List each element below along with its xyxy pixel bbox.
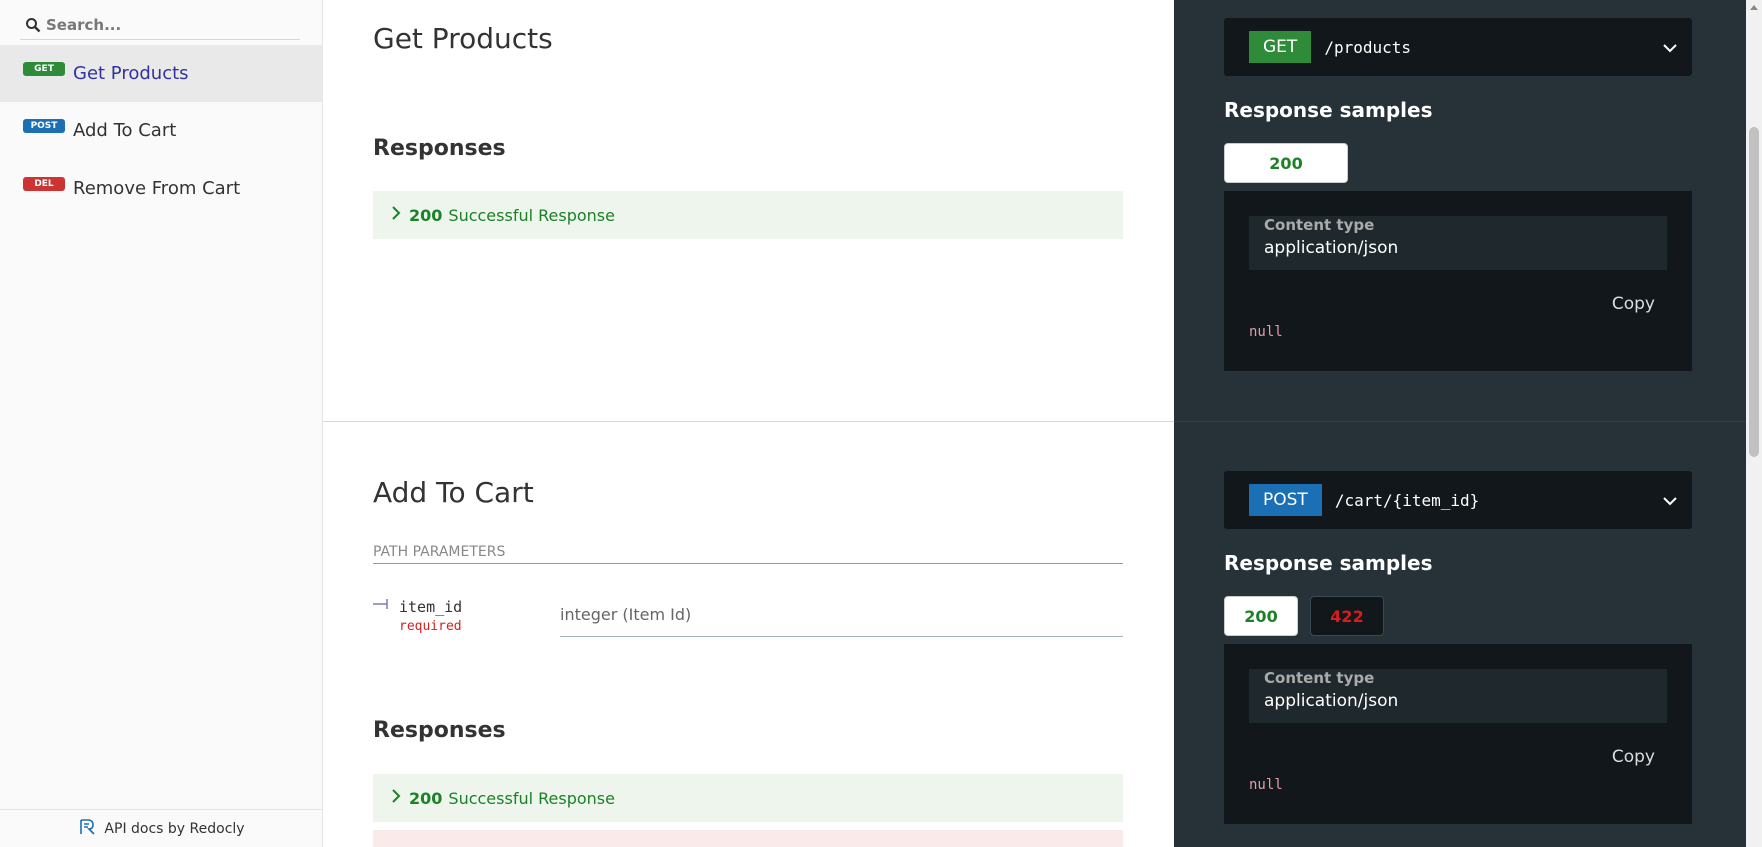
operation-title: Get Products <box>373 22 553 55</box>
samples-panel: GET /products Response samples 200 Conte… <box>1174 0 1746 847</box>
response-sample-box: Content type application/json Copy null <box>1224 191 1692 371</box>
sidebar-item-add-to-cart[interactable]: POST Add To Cart <box>0 102 323 159</box>
endpoint-method: POST <box>1249 484 1322 516</box>
response-tab-200[interactable]: 200 <box>1224 596 1298 636</box>
response-code: 200 <box>409 788 443 808</box>
scroll-thumb[interactable] <box>1749 127 1759 457</box>
response-samples-title: Response samples <box>1224 551 1433 575</box>
content-type-selector[interactable]: Content type application/json <box>1249 669 1667 723</box>
copy-button[interactable]: Copy <box>1612 747 1655 767</box>
response-422-toggle[interactable] <box>373 830 1123 847</box>
search-icon <box>20 13 46 37</box>
delete-method-badge: DEL <box>23 176 65 191</box>
search-bar <box>20 10 300 40</box>
response-200-toggle[interactable]: 200 Successful Response <box>373 774 1123 822</box>
sample-json: null <box>1249 324 1283 340</box>
response-tab-422[interactable]: 422 <box>1310 596 1384 636</box>
param-type: integer (Item Id) <box>560 605 1123 637</box>
search-input[interactable] <box>46 15 286 34</box>
chevron-down-icon <box>1662 491 1678 510</box>
page-scrollbar[interactable] <box>1746 0 1762 847</box>
copy-button[interactable]: Copy <box>1612 294 1655 314</box>
content-type-value: application/json <box>1264 238 1399 258</box>
endpoint-path: /cart/{item_id} <box>1334 490 1480 510</box>
response-description: Successful Response <box>448 205 615 225</box>
redocly-logo-icon <box>78 817 98 841</box>
scroll-up-arrow-icon[interactable] <box>1750 5 1758 10</box>
post-method-badge: POST <box>23 118 65 133</box>
content-type-selector[interactable]: Content type application/json <box>1249 216 1667 270</box>
sidebar-item-label: Add To Cart <box>73 120 177 141</box>
sample-json: null <box>1249 777 1283 793</box>
sidebar-item-label: Remove From Cart <box>73 178 241 199</box>
param-name: item_id <box>399 598 463 616</box>
chevron-down-icon <box>1662 38 1678 57</box>
endpoint-toggle[interactable]: GET /products <box>1224 18 1692 76</box>
path-parameters-heading: PATH PARAMETERS <box>373 544 1123 564</box>
sidebar-item-get-products[interactable]: GET Get Products <box>0 45 323 102</box>
main-content: Get Products Responses 200 Successful Re… <box>323 0 1174 847</box>
endpoint-method: GET <box>1249 31 1312 63</box>
response-tab-200[interactable]: 200 <box>1224 143 1348 183</box>
endpoint-toggle[interactable]: POST /cart/{item_id} <box>1224 471 1692 529</box>
panel-divider <box>1174 421 1746 422</box>
content-type-label: Content type <box>1264 669 1375 687</box>
sidebar-item-remove-from-cart[interactable]: DEL Remove From Cart <box>0 160 323 217</box>
content-type-label: Content type <box>1264 216 1375 234</box>
responses-heading: Responses <box>373 136 506 161</box>
sidebar-item-label: Get Products <box>73 63 189 84</box>
param-tree-line-icon <box>373 598 389 614</box>
param-required: required <box>399 619 462 634</box>
response-200-toggle[interactable]: 200 Successful Response <box>373 191 1123 239</box>
redocly-footer-link[interactable]: API docs by Redocly <box>0 809 323 847</box>
section-divider <box>323 421 1174 422</box>
chevron-right-icon <box>391 206 401 224</box>
response-description: Successful Response <box>448 788 615 808</box>
content-type-value: application/json <box>1264 691 1399 711</box>
endpoint-path: /products <box>1324 37 1412 57</box>
get-method-badge: GET <box>23 61 65 76</box>
sidebar: GET Get Products POST Add To Cart DEL Re… <box>0 0 323 847</box>
response-sample-box: Content type application/json Copy null <box>1224 644 1692 824</box>
operation-title: Add To Cart <box>373 476 534 509</box>
response-code: 200 <box>409 205 443 225</box>
chevron-right-icon <box>391 789 401 807</box>
responses-heading: Responses <box>373 718 506 743</box>
response-samples-title: Response samples <box>1224 98 1433 122</box>
footer-text: API docs by Redocly <box>104 820 245 837</box>
